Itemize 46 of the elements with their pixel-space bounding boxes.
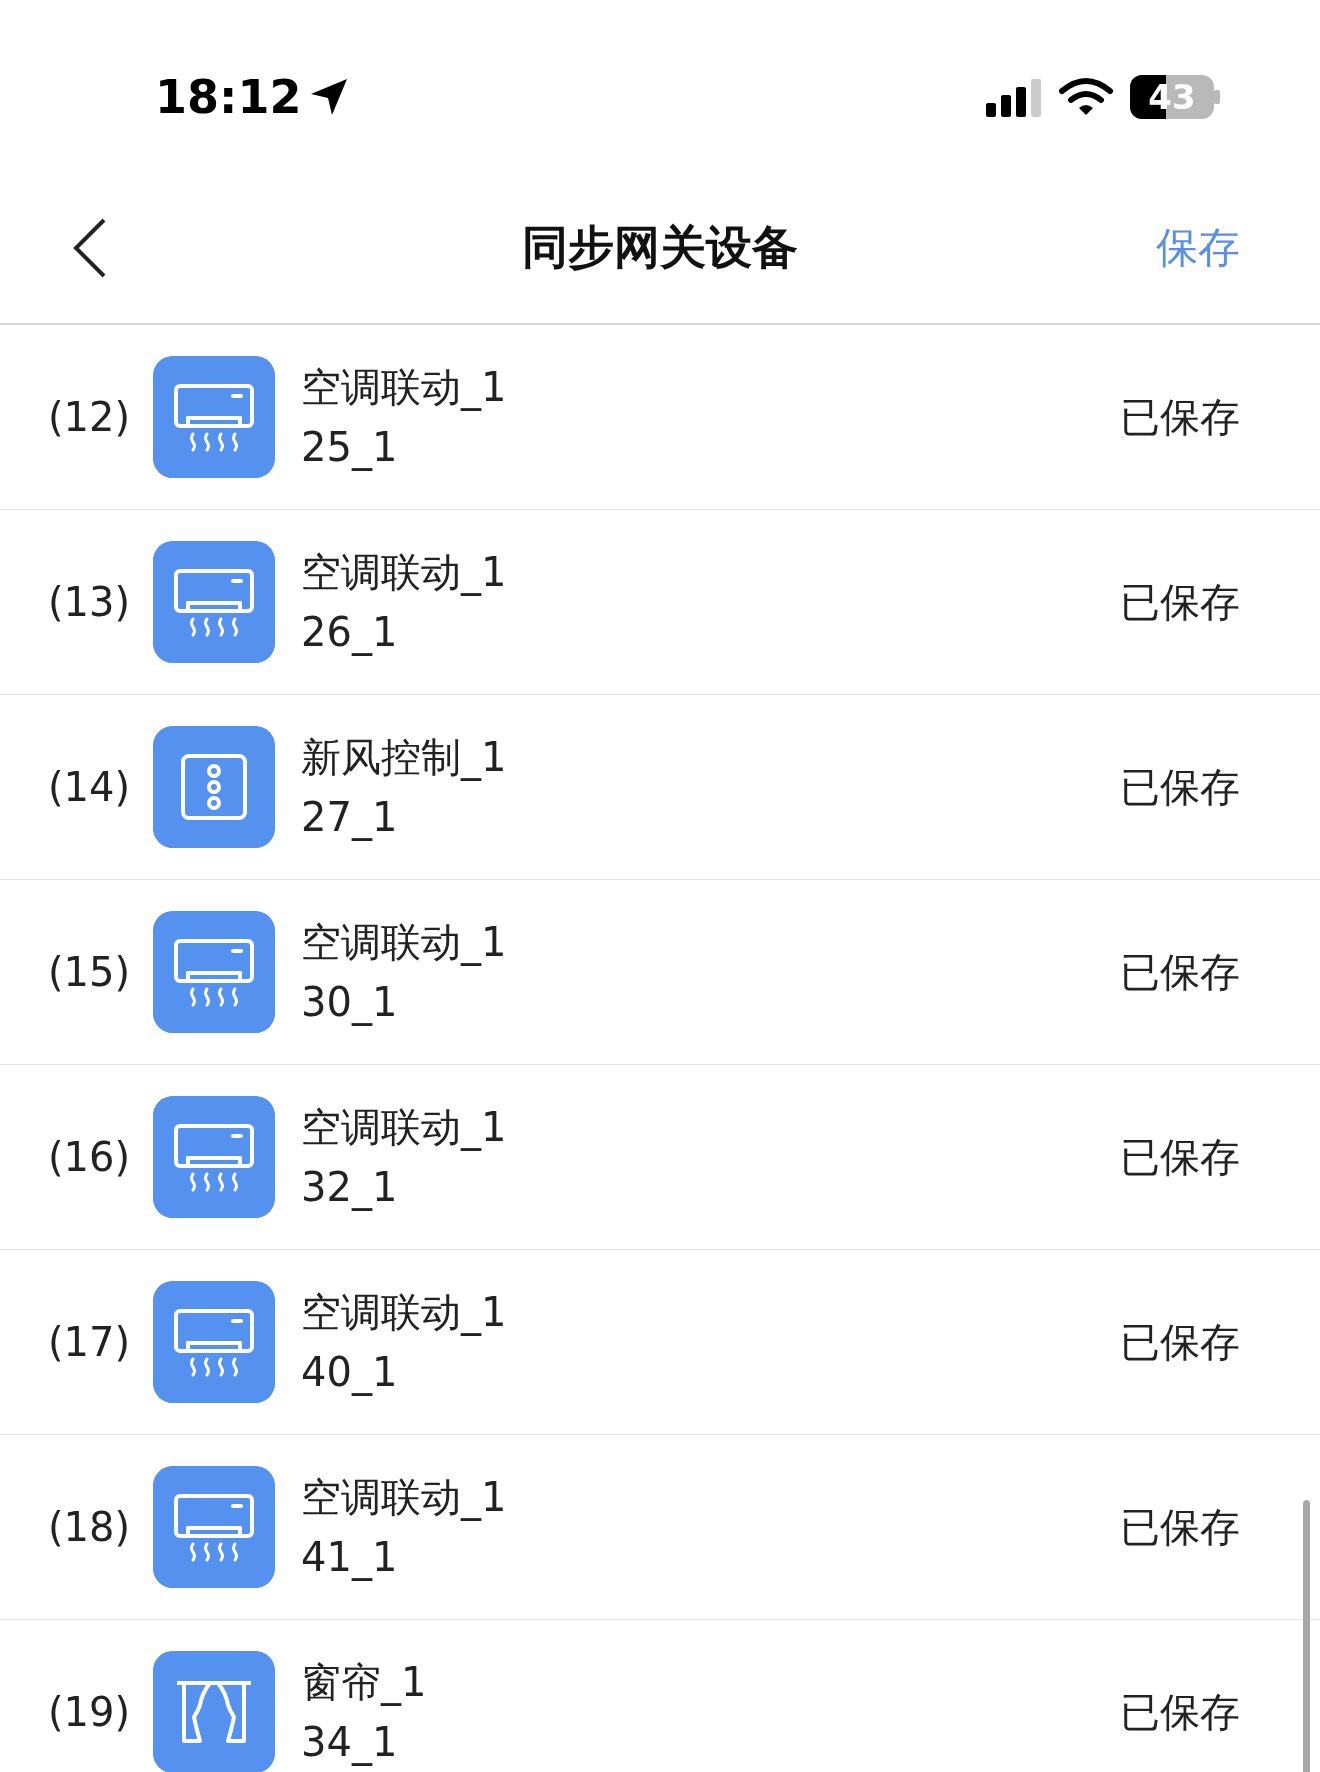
- air-conditioner-icon: [153, 356, 275, 478]
- switch-panel-icon: [153, 726, 275, 848]
- row-index: (16): [48, 1133, 132, 1182]
- save-button[interactable]: 保存: [1156, 216, 1240, 279]
- row-index: (14): [48, 763, 132, 812]
- row-index: (13): [48, 578, 132, 627]
- curtain-icon: [153, 1651, 275, 1772]
- device-name: 空调联动_1: [301, 920, 508, 964]
- air-conditioner-icon: [153, 1281, 275, 1403]
- air-conditioner-icon: [153, 1096, 275, 1218]
- location-arrow-icon: [309, 77, 350, 117]
- signal-icon: [986, 77, 1042, 117]
- device-name: 空调联动_1: [301, 550, 508, 594]
- saved-status: 已保存: [1120, 1318, 1240, 1367]
- device-code: 40_1: [301, 1350, 399, 1394]
- wifi-icon: [1058, 77, 1114, 117]
- row-index: (15): [48, 948, 132, 997]
- row-index: (17): [48, 1318, 132, 1367]
- device-name: 空调联动_1: [301, 1290, 508, 1334]
- device-code: 27_1: [301, 795, 399, 839]
- clock-time: 18:12: [155, 68, 302, 126]
- device-code: 30_1: [301, 980, 399, 1024]
- device-code: 26_1: [301, 610, 399, 654]
- device-code: 25_1: [301, 425, 399, 469]
- device-name: 空调联动_1: [301, 1105, 508, 1149]
- device-name: 空调联动_1: [301, 1475, 508, 1519]
- page-title: 同步网关设备: [522, 220, 798, 274]
- saved-status: 已保存: [1120, 1503, 1240, 1552]
- device-name: 窗帘_1: [301, 1660, 428, 1704]
- air-conditioner-icon: [153, 911, 275, 1033]
- device-code: 34_1: [301, 1720, 399, 1764]
- saved-status: 已保存: [1120, 948, 1240, 997]
- row-index: (18): [48, 1503, 132, 1552]
- saved-status: 已保存: [1120, 578, 1240, 627]
- device-name: 新风控制_1: [301, 735, 508, 779]
- air-conditioner-icon: [153, 1466, 275, 1588]
- row-index: (19): [48, 1688, 132, 1737]
- device-code: 32_1: [301, 1165, 399, 1209]
- row-index: (12): [48, 393, 132, 442]
- saved-status: 已保存: [1120, 393, 1240, 442]
- device-name: 空调联动_1: [301, 365, 508, 409]
- saved-status: 已保存: [1120, 1688, 1240, 1737]
- saved-status: 已保存: [1120, 763, 1240, 812]
- device-code: 41_1: [301, 1535, 399, 1579]
- saved-status: 已保存: [1120, 1133, 1240, 1182]
- air-conditioner-icon: [153, 541, 275, 663]
